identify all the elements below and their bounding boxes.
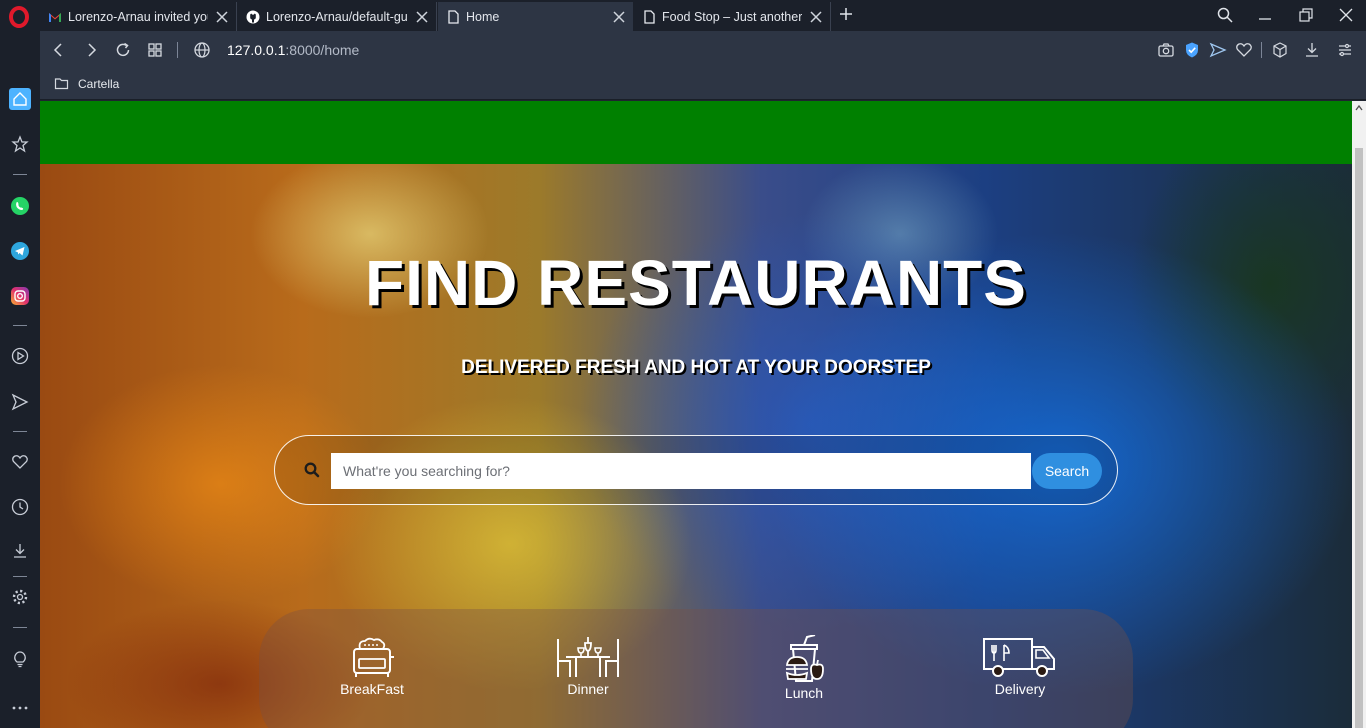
send-icon[interactable] [1209,41,1227,59]
tab-strip: Lorenzo-Arnau invited you Lorenzo-Arnau/… [0,0,1366,31]
category-dinner[interactable]: Dinner [518,635,658,697]
search-button[interactable]: Search [1032,453,1102,489]
close-tab-icon[interactable] [214,9,230,25]
telegram-icon[interactable] [9,240,31,262]
more-options-icon[interactable] [9,697,31,719]
send-flow-icon[interactable] [9,391,31,413]
burger-drink-icon [785,635,824,682]
tab-home[interactable]: Home [438,2,633,31]
close-tab-icon[interactable] [808,9,824,25]
gmail-icon [49,12,61,22]
sidebar-divider [13,174,27,175]
hero-title: FIND RESTAURANTS [365,247,1027,319]
close-tab-icon[interactable] [414,9,430,25]
hero-section: FIND RESTAURANTS DELIVERED FRESH AND HOT… [40,164,1352,728]
heart-icon[interactable] [9,451,31,473]
minimize-icon[interactable] [1256,6,1274,24]
close-tab-icon[interactable] [611,9,627,25]
tab-title: Lorenzo-Arnau/default-gui [266,9,408,24]
player-icon[interactable] [9,345,31,367]
sidebar-divider [13,431,27,432]
sidebar-divider [13,325,27,326]
tab-food-stop[interactable]: Food Stop – Just another W [634,2,831,31]
search-tabs-icon[interactable] [1216,6,1234,24]
shield-icon[interactable] [1183,41,1201,59]
new-tab-icon[interactable] [838,6,854,22]
tab-github[interactable]: Lorenzo-Arnau/default-gui [238,2,437,31]
download-icon[interactable] [1303,41,1321,59]
reload-icon[interactable] [114,41,132,59]
search-icon [304,462,320,478]
category-label: BreakFast [340,681,404,697]
url-host: 127.0.0.1 [227,42,286,58]
instagram-icon[interactable] [9,285,31,307]
tab-title: Food Stop – Just another W [662,9,802,24]
dining-table-icon [557,637,619,677]
bookmarks-bar: Cartella [40,69,1366,100]
camera-snapshot-icon[interactable] [1157,41,1175,59]
whatsapp-icon[interactable] [9,195,31,217]
web-page: FIND RESTAURANTS DELIVERED FRESH AND HOT… [40,101,1352,728]
search-input[interactable] [331,453,1031,489]
downloads-icon[interactable] [9,540,31,562]
page-icon [448,9,459,24]
folder-icon [54,78,69,90]
sidebar-divider [13,627,27,628]
category-panel: BreakFast Dinner Lunch Delivery [259,609,1133,728]
category-label: Lunch [784,685,824,701]
url-field[interactable]: 127.0.0.1:8000/home [227,42,359,58]
sidebar-divider [13,576,27,577]
forward-icon[interactable] [82,41,100,59]
lightbulb-icon[interactable] [9,648,31,670]
easy-setup-menu-icon[interactable] [1336,41,1354,59]
globe-icon[interactable] [193,41,211,59]
settings-gear-icon[interactable] [9,586,31,608]
opera-logo-icon[interactable] [8,6,30,28]
page-scrollbar[interactable] [1352,101,1366,728]
home-icon[interactable] [9,88,31,110]
browser-sidebar [0,31,40,728]
category-lunch[interactable]: Lunch [734,635,874,701]
star-icon[interactable] [9,133,31,155]
hero-subtitle: DELIVERED FRESH AND HOT AT YOUR DOORSTEP [461,357,931,378]
toolbar-separator [1261,42,1262,58]
scroll-up-icon[interactable] [1355,104,1363,112]
scrollbar-thumb[interactable] [1355,148,1363,728]
github-icon [246,10,260,23]
tab-title: Lorenzo-Arnau invited you [68,9,208,24]
history-icon[interactable] [9,496,31,518]
tab-gmail[interactable]: Lorenzo-Arnau invited you [40,2,237,31]
url-path: :8000/home [285,42,360,58]
page-icon [644,9,655,24]
bookmark-folder-cartella[interactable]: Cartella [54,76,119,91]
search-form: Search [274,435,1118,505]
toaster-icon [353,637,394,677]
address-bar: 127.0.0.1:8000/home [40,31,1366,69]
category-label: Delivery [994,681,1046,697]
category-delivery[interactable]: Delivery [950,635,1090,697]
category-breakfast[interactable]: BreakFast [302,635,442,697]
tiles-icon[interactable] [146,41,164,59]
bookmark-label: Cartella [78,76,120,91]
heart-icon[interactable] [1235,41,1253,59]
food-truck-icon [983,638,1055,677]
restore-icon[interactable] [1297,6,1315,24]
site-header-bar [40,101,1352,164]
cube-extensions-icon[interactable] [1271,41,1289,59]
tab-title: Home [466,9,500,24]
back-icon[interactable] [50,41,68,59]
close-window-icon[interactable] [1337,6,1355,24]
category-label: Dinner [567,681,609,697]
toolbar-separator [177,42,178,58]
